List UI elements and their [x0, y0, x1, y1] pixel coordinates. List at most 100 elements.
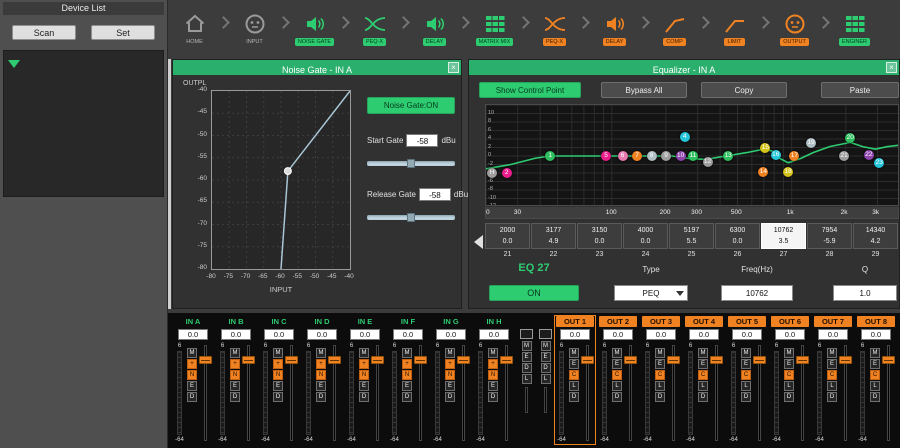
- eq-control-point-22[interactable]: 22: [864, 150, 874, 160]
- channel-btn-M[interactable]: M: [569, 348, 579, 358]
- channel-btn-C[interactable]: C: [698, 370, 708, 380]
- channel-btn-M[interactable]: M: [359, 348, 369, 358]
- gate-plot-area[interactable]: [211, 90, 351, 270]
- channel-strip-out-6[interactable]: OUT 60.06-64MECLD: [770, 316, 810, 444]
- channel-btn-C[interactable]: C: [870, 370, 880, 380]
- channel-btn-+[interactable]: +: [488, 359, 498, 369]
- show-control-point-button[interactable]: Show Control Point: [479, 82, 581, 98]
- channel-fader[interactable]: [666, 342, 681, 444]
- chain-item-11-enginer[interactable]: ENGINER: [831, 12, 878, 46]
- noise-gate-on-button[interactable]: Noise Gate:ON: [367, 97, 455, 114]
- channel-btn-M[interactable]: M: [316, 348, 326, 358]
- channel-btn-D[interactable]: D: [402, 392, 412, 402]
- channel-btn-+[interactable]: +: [187, 359, 197, 369]
- channel-btn-E[interactable]: E: [655, 359, 665, 369]
- channel-fader[interactable]: [752, 342, 767, 444]
- eq-band-24[interactable]: 40000.024: [623, 223, 668, 261]
- channel-gain-value[interactable]: 0.0: [861, 329, 891, 340]
- fader-handle[interactable]: [285, 356, 298, 364]
- channel-fader[interactable]: [327, 342, 342, 444]
- channel-gain-value[interactable]: 0.0: [560, 329, 590, 340]
- channel-btn-L[interactable]: L: [569, 381, 579, 391]
- channel-gain-value[interactable]: 0.0: [689, 329, 719, 340]
- channel-btn-M[interactable]: M: [273, 348, 283, 358]
- channel-strip-in-b[interactable]: IN B0.06-64M+NED: [216, 316, 256, 444]
- chain-item-10-output[interactable]: OUTPUT: [771, 12, 818, 46]
- master-btn-M[interactable]: M: [522, 341, 532, 351]
- channel-btn-E[interactable]: E: [359, 381, 369, 391]
- paste-button[interactable]: Paste: [821, 82, 899, 98]
- channel-gain-value[interactable]: 0.0: [350, 329, 380, 340]
- channel-btn-D[interactable]: D: [870, 392, 880, 402]
- channel-strip-in-c[interactable]: IN C0.06-64M+NED: [259, 316, 299, 444]
- channel-btn-+[interactable]: +: [445, 359, 455, 369]
- channel-btn-E[interactable]: E: [316, 381, 326, 391]
- channel-gain-value[interactable]: 0.0: [436, 329, 466, 340]
- channel-btn-L[interactable]: L: [698, 381, 708, 391]
- channel-btn-D[interactable]: D: [273, 392, 283, 402]
- master-btn-M[interactable]: M: [541, 341, 551, 351]
- master-btn-L[interactable]: L: [522, 374, 532, 384]
- channel-strip-out-5[interactable]: OUT 50.06-64MECLD: [727, 316, 767, 444]
- channel-btn-C[interactable]: C: [655, 370, 665, 380]
- eq-control-point-10[interactable]: 10: [676, 151, 686, 161]
- channel-gain-value[interactable]: 0.0: [307, 329, 337, 340]
- channel-fader[interactable]: [456, 342, 471, 444]
- eq-control-point-12[interactable]: 12: [703, 157, 713, 167]
- channel-btn-D[interactable]: D: [230, 392, 240, 402]
- channel-strip-in-a[interactable]: IN A0.06-64M+NED: [173, 316, 213, 444]
- channel-btn-D[interactable]: D: [488, 392, 498, 402]
- fader-handle[interactable]: [667, 356, 680, 364]
- channel-fader[interactable]: [881, 342, 896, 444]
- channel-btn-D[interactable]: D: [316, 392, 326, 402]
- channel-fader[interactable]: [284, 342, 299, 444]
- channel-btn-M[interactable]: M: [402, 348, 412, 358]
- freq-input[interactable]: 10762: [721, 285, 793, 301]
- channel-fader[interactable]: [499, 342, 514, 444]
- channel-btn-M[interactable]: M: [741, 348, 751, 358]
- channel-fader[interactable]: [838, 342, 853, 444]
- eq-control-point-4[interactable]: 4: [680, 132, 690, 142]
- fader-handle[interactable]: [839, 356, 852, 364]
- channel-btn-L[interactable]: L: [870, 381, 880, 391]
- channel-fader[interactable]: [413, 342, 428, 444]
- channel-fader[interactable]: [795, 342, 810, 444]
- chain-item-9-limit[interactable]: LIMIT: [711, 12, 758, 46]
- fader-handle[interactable]: [414, 356, 427, 364]
- channel-btn-E[interactable]: E: [741, 359, 751, 369]
- tree-expand-icon[interactable]: [8, 60, 20, 68]
- channel-strip-in-d[interactable]: IN D0.06-64M+NED: [302, 316, 342, 444]
- channel-btn-N[interactable]: N: [316, 370, 326, 380]
- start-gate-slider[interactable]: [367, 159, 455, 168]
- eq-control-point-16[interactable]: 16: [771, 150, 781, 160]
- channel-btn-C[interactable]: C: [827, 370, 837, 380]
- q-input[interactable]: 1.0: [833, 285, 897, 301]
- channel-btn-N[interactable]: N: [187, 370, 197, 380]
- master-btn-D[interactable]: D: [541, 363, 551, 373]
- channel-fader[interactable]: [623, 342, 638, 444]
- channel-fader[interactable]: [198, 342, 213, 444]
- channel-fader[interactable]: [241, 342, 256, 444]
- channel-strip-out-4[interactable]: OUT 40.06-64MECLD: [684, 316, 724, 444]
- master-strip-1[interactable]: MEDL: [519, 329, 534, 413]
- channel-btn-N[interactable]: N: [488, 370, 498, 380]
- channel-btn-L[interactable]: L: [741, 381, 751, 391]
- channel-btn-E[interactable]: E: [445, 381, 455, 391]
- channel-btn-L[interactable]: L: [612, 381, 622, 391]
- channel-gain-value[interactable]: 0.0: [479, 329, 509, 340]
- chain-item-3-peq-x[interactable]: PEQ-X: [351, 12, 398, 46]
- channel-gain-value[interactable]: 0.0: [646, 329, 676, 340]
- channel-btn-M[interactable]: M: [488, 348, 498, 358]
- bands-scroll-left-button[interactable]: [471, 223, 485, 261]
- channel-btn-M[interactable]: M: [827, 348, 837, 358]
- channel-btn-L[interactable]: L: [827, 381, 837, 391]
- channel-btn-E[interactable]: E: [230, 381, 240, 391]
- equalizer-titlebar[interactable]: Equalizer - IN A ×: [469, 60, 899, 75]
- channel-strip-out-1[interactable]: OUT 10.06-64MECLD: [555, 316, 595, 444]
- device-tree[interactable]: [3, 50, 164, 197]
- eq-band-26[interactable]: 63000.026: [715, 223, 760, 261]
- channel-btn-+[interactable]: +: [359, 359, 369, 369]
- channel-btn-E[interactable]: E: [402, 381, 412, 391]
- channel-btn-C[interactable]: C: [784, 370, 794, 380]
- fader-handle[interactable]: [457, 356, 470, 364]
